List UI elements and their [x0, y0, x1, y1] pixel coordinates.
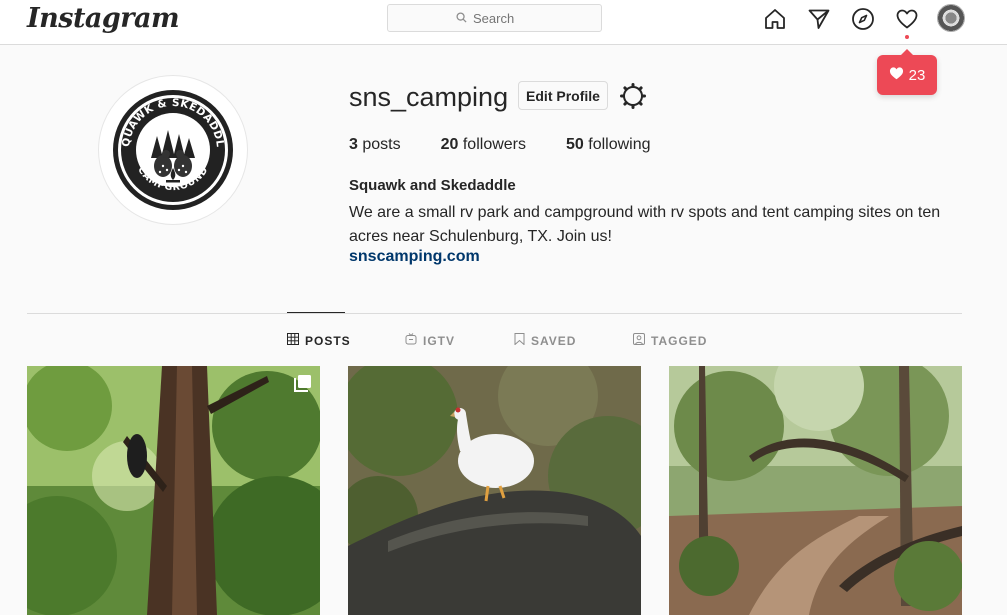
- tabs-divider: [27, 313, 962, 314]
- profile-website-link[interactable]: snscamping.com: [349, 248, 480, 266]
- search-box[interactable]: [387, 4, 602, 32]
- followers-stat[interactable]: 20 followers: [441, 136, 526, 154]
- post-thumbnail[interactable]: [348, 366, 641, 615]
- heart-icon: [889, 66, 904, 84]
- search-input[interactable]: [473, 10, 533, 26]
- post-thumbnail[interactable]: [669, 366, 962, 615]
- profile-avatar-nav[interactable]: [937, 4, 965, 32]
- following-label: following: [588, 136, 651, 153]
- tab-tagged[interactable]: TAGGED: [633, 333, 707, 348]
- campground-logo-icon: SQUAWK & SKEDADDLE CAMPGROUND: [111, 88, 233, 210]
- posts-stat: 3 posts: [349, 136, 401, 154]
- tab-posts[interactable]: POSTS: [287, 333, 351, 348]
- igtv-icon: [405, 333, 417, 348]
- tab-igtv[interactable]: IGTV: [405, 333, 455, 348]
- direct-icon[interactable]: [806, 6, 832, 32]
- profile-username: sns_camping: [349, 82, 509, 112]
- notification-bubble[interactable]: 23: [877, 49, 937, 95]
- edit-profile-button[interactable]: Edit Profile: [518, 81, 608, 110]
- instagram-logo[interactable]: Instagram: [27, 3, 180, 34]
- following-count: 50: [566, 136, 584, 153]
- profile-bio: We are a small rv park and campground wi…: [349, 204, 941, 245]
- tab-igtv-label: IGTV: [423, 333, 456, 348]
- profile-avatar[interactable]: SQUAWK & SKEDADDLE CAMPGROUND: [98, 75, 248, 225]
- profile-stats: 3 posts 20 followers 50 following: [349, 136, 691, 154]
- forest-trail-photo: [669, 366, 962, 615]
- posts-label: posts: [362, 136, 401, 153]
- grid-icon: [287, 333, 299, 348]
- followers-count: 20: [440, 136, 459, 153]
- followers-label: followers: [462, 136, 526, 153]
- forest-tree-photo: [27, 366, 320, 615]
- tab-saved-label: SAVED: [531, 333, 577, 348]
- search-icon: [456, 11, 467, 26]
- post-thumbnail[interactable]: [27, 366, 320, 615]
- top-nav-bar: Instagram: [0, 0, 1007, 45]
- activity-icon[interactable]: [894, 6, 920, 32]
- following-stat[interactable]: 50 following: [566, 136, 651, 154]
- active-tab-indicator: [287, 312, 345, 313]
- explore-icon[interactable]: [850, 6, 876, 32]
- tab-tagged-label: TAGGED: [651, 333, 708, 348]
- guinea-fowl-photo: [348, 366, 641, 615]
- profile-full-name: Squawk and Skedaddle: [349, 177, 516, 194]
- notification-dot: [905, 35, 909, 39]
- home-icon[interactable]: [762, 6, 788, 32]
- tab-posts-label: POSTS: [305, 333, 351, 348]
- tab-saved[interactable]: SAVED: [514, 333, 576, 348]
- bookmark-icon: [514, 333, 525, 348]
- tagged-icon: [633, 333, 645, 348]
- settings-gear-icon[interactable]: [619, 82, 647, 110]
- notification-count: 23: [908, 66, 926, 84]
- multiple-images-icon: [294, 374, 312, 392]
- posts-count: 3: [349, 136, 358, 153]
